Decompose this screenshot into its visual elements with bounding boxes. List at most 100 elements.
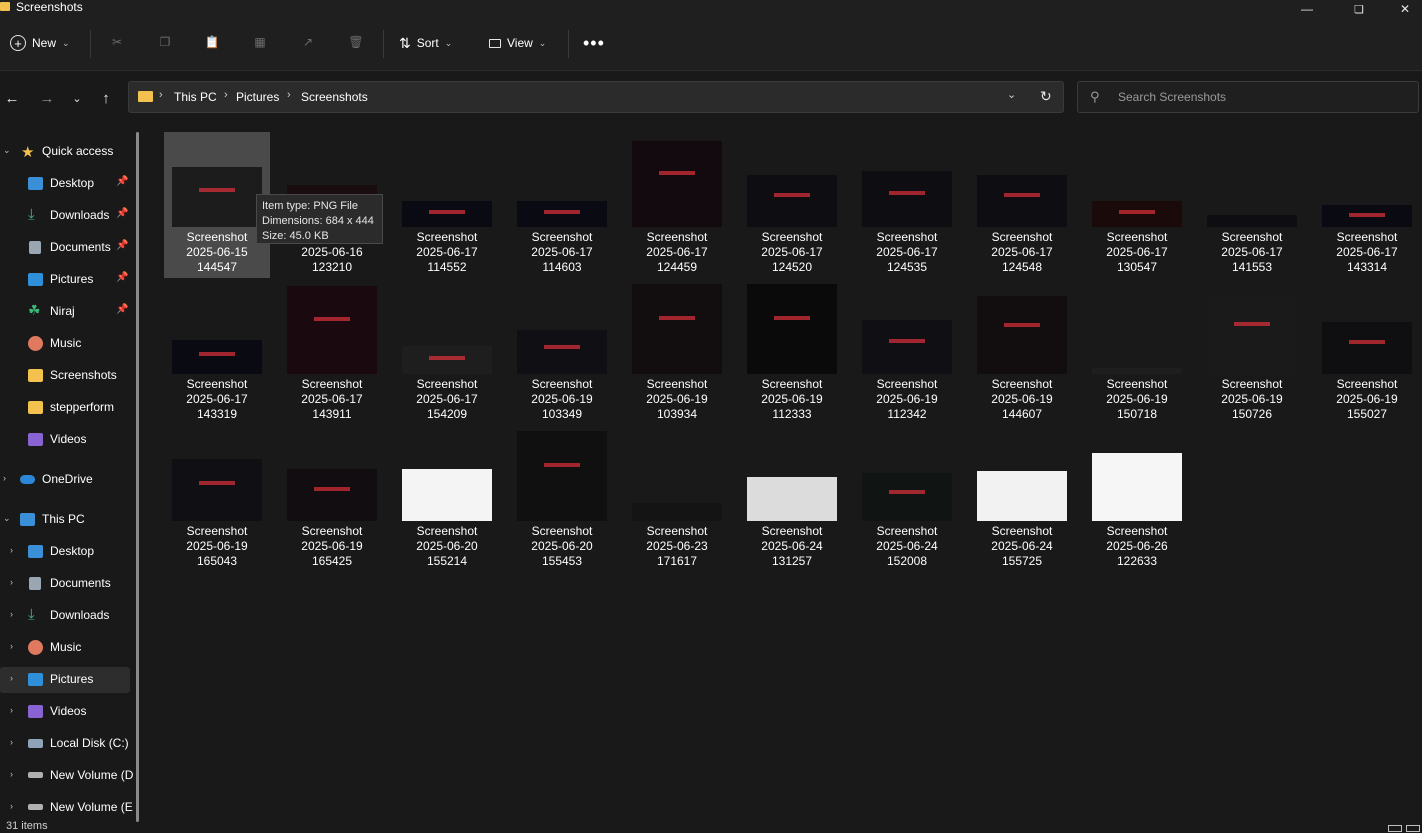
file-tile[interactable]: Screenshot 2025-06-17 154209 xyxy=(394,279,500,425)
sidebar-item-this-pc[interactable]: ⌄ This PC xyxy=(0,507,130,533)
file-tile[interactable]: Screenshot 2025-06-19 150726 xyxy=(1199,279,1305,425)
back-button[interactable]: ← xyxy=(0,88,24,108)
share-button[interactable]: ↗ xyxy=(297,31,319,53)
paste-icon: 📋 xyxy=(204,35,220,49)
rename-button[interactable]: ▦ xyxy=(249,31,271,53)
address-bar[interactable]: › This PC › Pictures › Screenshots ⌄ ↻ xyxy=(128,81,1064,113)
file-tile[interactable]: Screenshot 2025-06-17 143314 xyxy=(1314,132,1420,278)
sidebar-item-desktop-pc[interactable]: › Desktop xyxy=(0,539,130,565)
file-tile[interactable]: Screenshot 2025-06-19 165043 xyxy=(164,426,270,572)
sidebar-item-documents-pc[interactable]: › Documents xyxy=(0,571,130,597)
file-tile[interactable]: Screenshot 2025-06-20 155453 xyxy=(509,426,615,572)
sidebar-item-onedrive[interactable]: › OneDrive xyxy=(0,467,130,493)
sidebar-item-downloads-pc[interactable]: › ⤓ Downloads xyxy=(0,603,130,629)
sidebar-item-pictures[interactable]: Pictures 📌 xyxy=(0,267,130,293)
file-tile[interactable]: Screenshot 2025-06-17 143319 xyxy=(164,279,270,425)
file-tile[interactable]: Screenshot 2025-06-19 150718 xyxy=(1084,279,1190,425)
file-tile[interactable]: Screenshot 2025-06-19 112333 xyxy=(739,279,845,425)
refresh-button[interactable]: ↻ xyxy=(1040,88,1052,105)
file-name: Screenshot xyxy=(186,524,248,538)
breadcrumb-pictures[interactable]: Pictures xyxy=(236,90,279,104)
cut-button[interactable]: ✂ xyxy=(106,31,128,53)
sidebar-item-downloads[interactable]: ⤓ Downloads 📌 xyxy=(0,203,130,229)
sort-button[interactable]: ⇅ Sort ⌄ xyxy=(399,28,452,58)
sidebar-item-new-volume-d[interactable]: › New Volume (D xyxy=(0,763,133,789)
toolbar-divider xyxy=(568,30,569,58)
file-tile[interactable]: Screenshot 2025-06-17 141553 xyxy=(1199,132,1305,278)
pin-icon: 📌 xyxy=(116,272,129,283)
file-tile[interactable]: Screenshot 2025-06-24 152008 xyxy=(854,426,960,572)
file-tile[interactable]: Screenshot 2025-06-17 130547 xyxy=(1084,132,1190,278)
copy-button[interactable]: ❐ xyxy=(154,31,176,53)
minimize-button[interactable]: — xyxy=(1284,0,1330,18)
view-button[interactable]: View ⌄ xyxy=(489,28,546,58)
sidebar-item-pictures-pc[interactable]: › Pictures xyxy=(0,667,130,693)
paste-button[interactable]: 📋 xyxy=(201,31,223,53)
sidebar-item-stepperform[interactable]: stepperform xyxy=(0,395,130,421)
file-tile[interactable]: Screenshot 2025-06-20 155214 xyxy=(394,426,500,572)
file-tile[interactable]: Screenshot 2025-06-17 114603 xyxy=(509,132,615,278)
view-label: View xyxy=(507,36,533,50)
sidebar-item-label: Downloads xyxy=(50,208,110,222)
file-tile[interactable]: Screenshot 2025-06-19 103349 xyxy=(509,279,615,425)
sidebar-item-new-volume-e[interactable]: › New Volume (E xyxy=(0,795,133,821)
file-tile[interactable]: Screenshot 2025-06-19 103934 xyxy=(624,279,730,425)
file-tile[interactable]: Screenshot 2025-06-17 143911 xyxy=(279,279,385,425)
breadcrumb-this-pc[interactable]: This PC xyxy=(174,90,217,104)
search-box[interactable]: ⚲ Search Screenshots xyxy=(1077,81,1419,113)
file-tile[interactable]: Screenshot 2025-06-17 124459 xyxy=(624,132,730,278)
file-tile[interactable]: Screenshot 2025-06-24 131257 xyxy=(739,426,845,572)
sidebar-item-local-disk-c[interactable]: › Local Disk (C:) xyxy=(0,731,130,757)
file-tile[interactable]: Screenshot 2025-06-24 155725 xyxy=(969,426,1075,572)
file-tile[interactable]: Screenshot 2025-06-19 112342 xyxy=(854,279,960,425)
file-thumbnail xyxy=(1322,322,1412,374)
up-button[interactable]: ↑ xyxy=(94,88,118,108)
file-tile[interactable]: Screenshot 2025-06-19 144607 xyxy=(969,279,1075,425)
new-button[interactable]: + New ⌄ xyxy=(10,28,70,58)
sidebar-item-music[interactable]: Music xyxy=(0,331,130,357)
file-tile[interactable]: Screenshot 2025-06-23 171617 xyxy=(624,426,730,572)
tooltip-type: Item type: PNG File xyxy=(262,200,358,212)
file-date: 2025-06-19 xyxy=(301,539,363,553)
delete-button[interactable]: 🗑 xyxy=(345,31,367,53)
arrow-right-icon: → xyxy=(39,89,55,107)
file-time: 112333 xyxy=(772,407,812,421)
file-thumbnail xyxy=(172,340,262,374)
maximize-button[interactable]: ❏ xyxy=(1336,0,1382,18)
large-icons-view-icon[interactable] xyxy=(1406,825,1420,832)
thumbnail-accent xyxy=(659,171,695,176)
file-tile[interactable]: Screenshot 2025-06-17 124535 xyxy=(854,132,960,278)
thumbnail-accent xyxy=(774,315,810,320)
file-tile[interactable]: Screenshot 2025-06-15 144547 xyxy=(164,132,270,278)
sidebar-item-videos-pc[interactable]: › Videos xyxy=(0,699,130,725)
sidebar-item-screenshots[interactable]: Screenshots xyxy=(0,363,130,389)
sidebar-item-videos[interactable]: Videos xyxy=(0,427,130,453)
file-tile[interactable]: Screenshot 2025-06-17 124548 xyxy=(969,132,1075,278)
sidebar-item-niraj[interactable]: ☘ Niraj 📌 xyxy=(0,299,130,325)
more-options-button[interactable]: ••• xyxy=(583,28,605,58)
sidebar-item-quick-access[interactable]: ⌄ ★ Quick access xyxy=(0,139,130,165)
thumbnail-accent xyxy=(889,190,925,195)
search-input[interactable]: Search Screenshots xyxy=(1118,90,1226,104)
file-tile[interactable]: Screenshot 2025-06-17 124520 xyxy=(739,132,845,278)
file-tile[interactable]: Screenshot 2025-06-19 165425 xyxy=(279,426,385,572)
file-tile[interactable]: Screenshot 2025-06-17 114552 xyxy=(394,132,500,278)
sidebar-scrollbar[interactable] xyxy=(136,132,139,822)
file-name: Screenshot xyxy=(416,377,478,391)
file-date: 2025-06-20 xyxy=(416,539,478,553)
close-button[interactable]: ✕ xyxy=(1388,0,1422,18)
address-dropdown-button[interactable]: ⌄ xyxy=(1007,88,1016,101)
file-time: 144607 xyxy=(1001,407,1043,421)
sidebar-item-documents[interactable]: Documents 📌 xyxy=(0,235,130,261)
file-name: Screenshot xyxy=(876,230,938,244)
file-date: 2025-06-19 xyxy=(876,392,938,406)
forward-button[interactable]: → xyxy=(35,88,59,108)
sidebar-item-music-pc[interactable]: › Music xyxy=(0,635,130,661)
recent-locations-button[interactable]: ⌄ xyxy=(65,88,89,108)
sidebar-item-desktop[interactable]: Desktop 📌 xyxy=(0,171,130,197)
breadcrumb-screenshots[interactable]: Screenshots xyxy=(301,90,368,104)
sidebar-item-label: Niraj xyxy=(50,304,75,318)
file-tile[interactable]: Screenshot 2025-06-19 155027 xyxy=(1314,279,1420,425)
details-view-icon[interactable] xyxy=(1388,825,1402,832)
file-tile[interactable]: Screenshot 2025-06-26 122633 xyxy=(1084,426,1190,572)
